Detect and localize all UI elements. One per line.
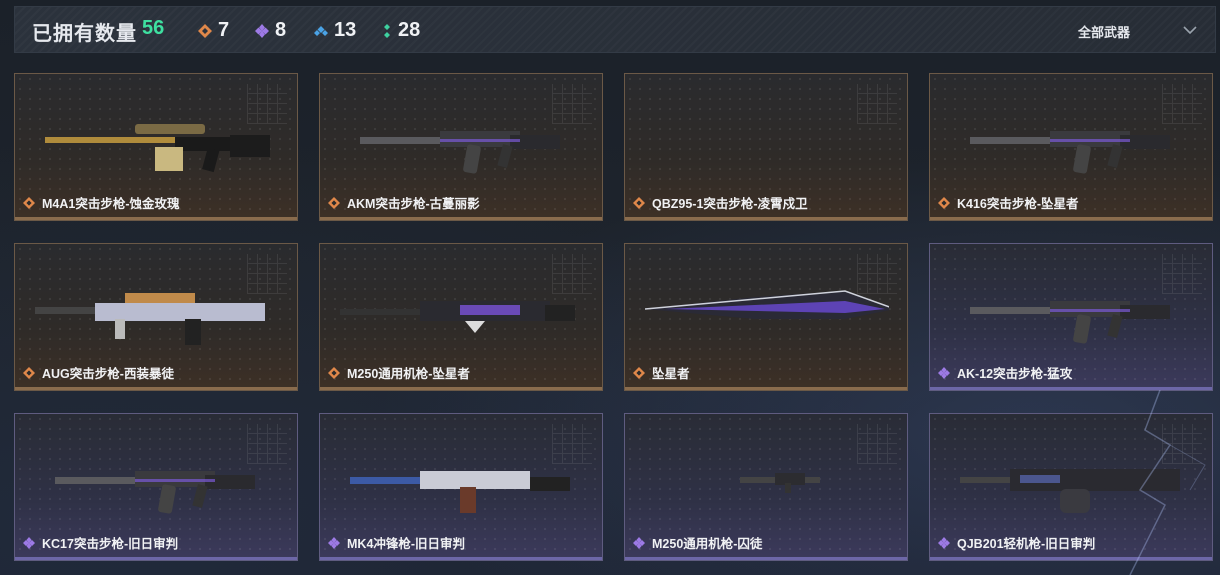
weapon-name: AK-12突击步枪-猛攻: [957, 367, 1073, 381]
rarity-bar: [15, 557, 297, 560]
orange-diamond-icon: [23, 196, 35, 209]
weapon-name: QJB201轻机枪-旧日审判: [957, 537, 1096, 551]
rarity-count-orange: 7: [198, 19, 229, 42]
weapon-label: AKM突击步枪-古蔓丽影: [328, 193, 480, 212]
rarity-count-value: 8: [275, 19, 287, 41]
rarity-bar: [320, 217, 602, 220]
inventory-header: 已拥有数量 56 7 8 13 28 全部武器: [14, 6, 1216, 53]
owned-count-title: 已拥有数量: [32, 23, 137, 45]
machine-gun-icon: [340, 301, 575, 333]
owned-count-total: 56: [142, 17, 165, 39]
assault-rifle-icon: [55, 471, 255, 514]
rarity-bar: [320, 557, 602, 560]
weapon-label: AK-12突击步枪-猛攻: [938, 363, 1072, 382]
weapon-card[interactable]: K416突击步枪-坠星者: [929, 73, 1213, 221]
rarity-count-blue: 13: [314, 19, 356, 42]
weapon-label: M4A1突击步枪-蚀金玫瑰: [23, 193, 180, 212]
chevron-down-icon[interactable]: [1180, 20, 1200, 40]
rarity-bar: [930, 217, 1212, 220]
rarity-bar: [15, 217, 297, 220]
weapon-card[interactable]: QJB201轻机枪-旧日审判: [929, 413, 1213, 561]
orange-diamond-icon: [328, 196, 340, 209]
purple-diamond-icon: [938, 536, 950, 549]
weapon-name: M4A1突击步枪-蚀金玫瑰: [42, 197, 180, 211]
blade-icon: [645, 290, 889, 319]
weapon-filter-dropdown[interactable]: 全部武器: [1078, 22, 1130, 41]
assault-rifle-icon: [970, 301, 1170, 344]
sniper-rifle-icon: [45, 124, 270, 173]
weapon-card[interactable]: AUG突击步枪-西装暴徒: [14, 243, 298, 391]
rarity-count-purple: 8: [255, 19, 286, 42]
rarity-bar: [625, 387, 907, 390]
weapon-label: QBZ95-1突击步枪-凌霄戍卫: [633, 193, 808, 212]
weapon-label: M250通用机枪-坠星者: [328, 363, 470, 382]
bullpup-rifle-icon: [35, 293, 265, 345]
orange-diamond-icon: [328, 366, 340, 379]
purple-diamond-icon: [938, 366, 950, 379]
rarity-count-value: 13: [334, 19, 357, 41]
rarity-count-value: 28: [398, 19, 421, 41]
purple-diamond-icon: [328, 536, 340, 549]
small-gun-icon: [740, 473, 820, 493]
weapon-label: K416突击步枪-坠星者: [938, 193, 1079, 212]
weapon-card[interactable]: AK-12突击步枪-猛攻: [929, 243, 1213, 391]
rarity-bar: [320, 387, 602, 390]
green-diamond-icon: [384, 23, 390, 38]
rarity-count-green: 28: [382, 19, 420, 42]
orange-diamond-icon: [633, 196, 645, 209]
purple-diamond-icon: [633, 536, 645, 549]
assault-rifle-icon: [360, 131, 560, 174]
weapon-name: AKM突击步枪-古蔓丽影: [347, 197, 480, 211]
weapon-card[interactable]: AKM突击步枪-古蔓丽影: [319, 73, 603, 221]
weapon-label: MK4冲锋枪-旧日审判: [328, 533, 465, 552]
weapon-card[interactable]: 坠星者: [624, 243, 908, 391]
purple-diamond-icon: [255, 23, 269, 38]
orange-diamond-icon: [938, 196, 950, 209]
rarity-bar: [625, 217, 907, 220]
orange-diamond-icon: [198, 23, 212, 38]
weapon-label: 坠星者: [633, 363, 690, 382]
weapon-name: QBZ95-1突击步枪-凌霄戍卫: [652, 197, 808, 211]
weapon-card[interactable]: MK4冲锋枪-旧日审判: [319, 413, 603, 561]
rarity-count-value: 7: [218, 19, 230, 41]
purple-diamond-icon: [23, 536, 35, 549]
weapon-card[interactable]: M250通用机枪-坠星者: [319, 243, 603, 391]
weapon-name: KC17突击步枪-旧日审判: [42, 537, 179, 551]
weapon-name: 坠星者: [652, 367, 690, 381]
weapon-name: AUG突击步枪-西装暴徒: [42, 367, 174, 381]
weapon-name: M250通用机枪-囚徒: [652, 537, 763, 551]
weapon-label: AUG突击步枪-西装暴徒: [23, 363, 174, 382]
orange-diamond-icon: [23, 366, 35, 379]
rarity-bar: [15, 387, 297, 390]
weapon-name: M250通用机枪-坠星者: [347, 367, 470, 381]
rarity-bar: [930, 557, 1212, 560]
weapon-card[interactable]: M4A1突击步枪-蚀金玫瑰: [14, 73, 298, 221]
light-machine-gun-icon: [960, 469, 1180, 513]
assault-rifle-icon: [970, 131, 1170, 174]
weapon-card[interactable]: KC17突击步枪-旧日审判: [14, 413, 298, 561]
weapon-name: K416突击步枪-坠星者: [957, 197, 1079, 211]
weapon-label: M250通用机枪-囚徒: [633, 533, 762, 552]
card-texture: [857, 84, 897, 124]
weapon-name: MK4冲锋枪-旧日审判: [347, 537, 466, 551]
rarity-bar: [930, 387, 1212, 390]
rarity-bar: [625, 557, 907, 560]
blue-diamond-icon: [314, 25, 328, 36]
weapon-card[interactable]: M250通用机枪-囚徒: [624, 413, 908, 561]
weapon-label: QJB201轻机枪-旧日审判: [938, 533, 1095, 552]
smg-icon: [350, 471, 570, 513]
orange-diamond-icon: [633, 366, 645, 379]
weapon-label: KC17突击步枪-旧日审判: [23, 533, 178, 552]
weapon-card[interactable]: QBZ95-1突击步枪-凌霄戍卫: [624, 73, 908, 221]
